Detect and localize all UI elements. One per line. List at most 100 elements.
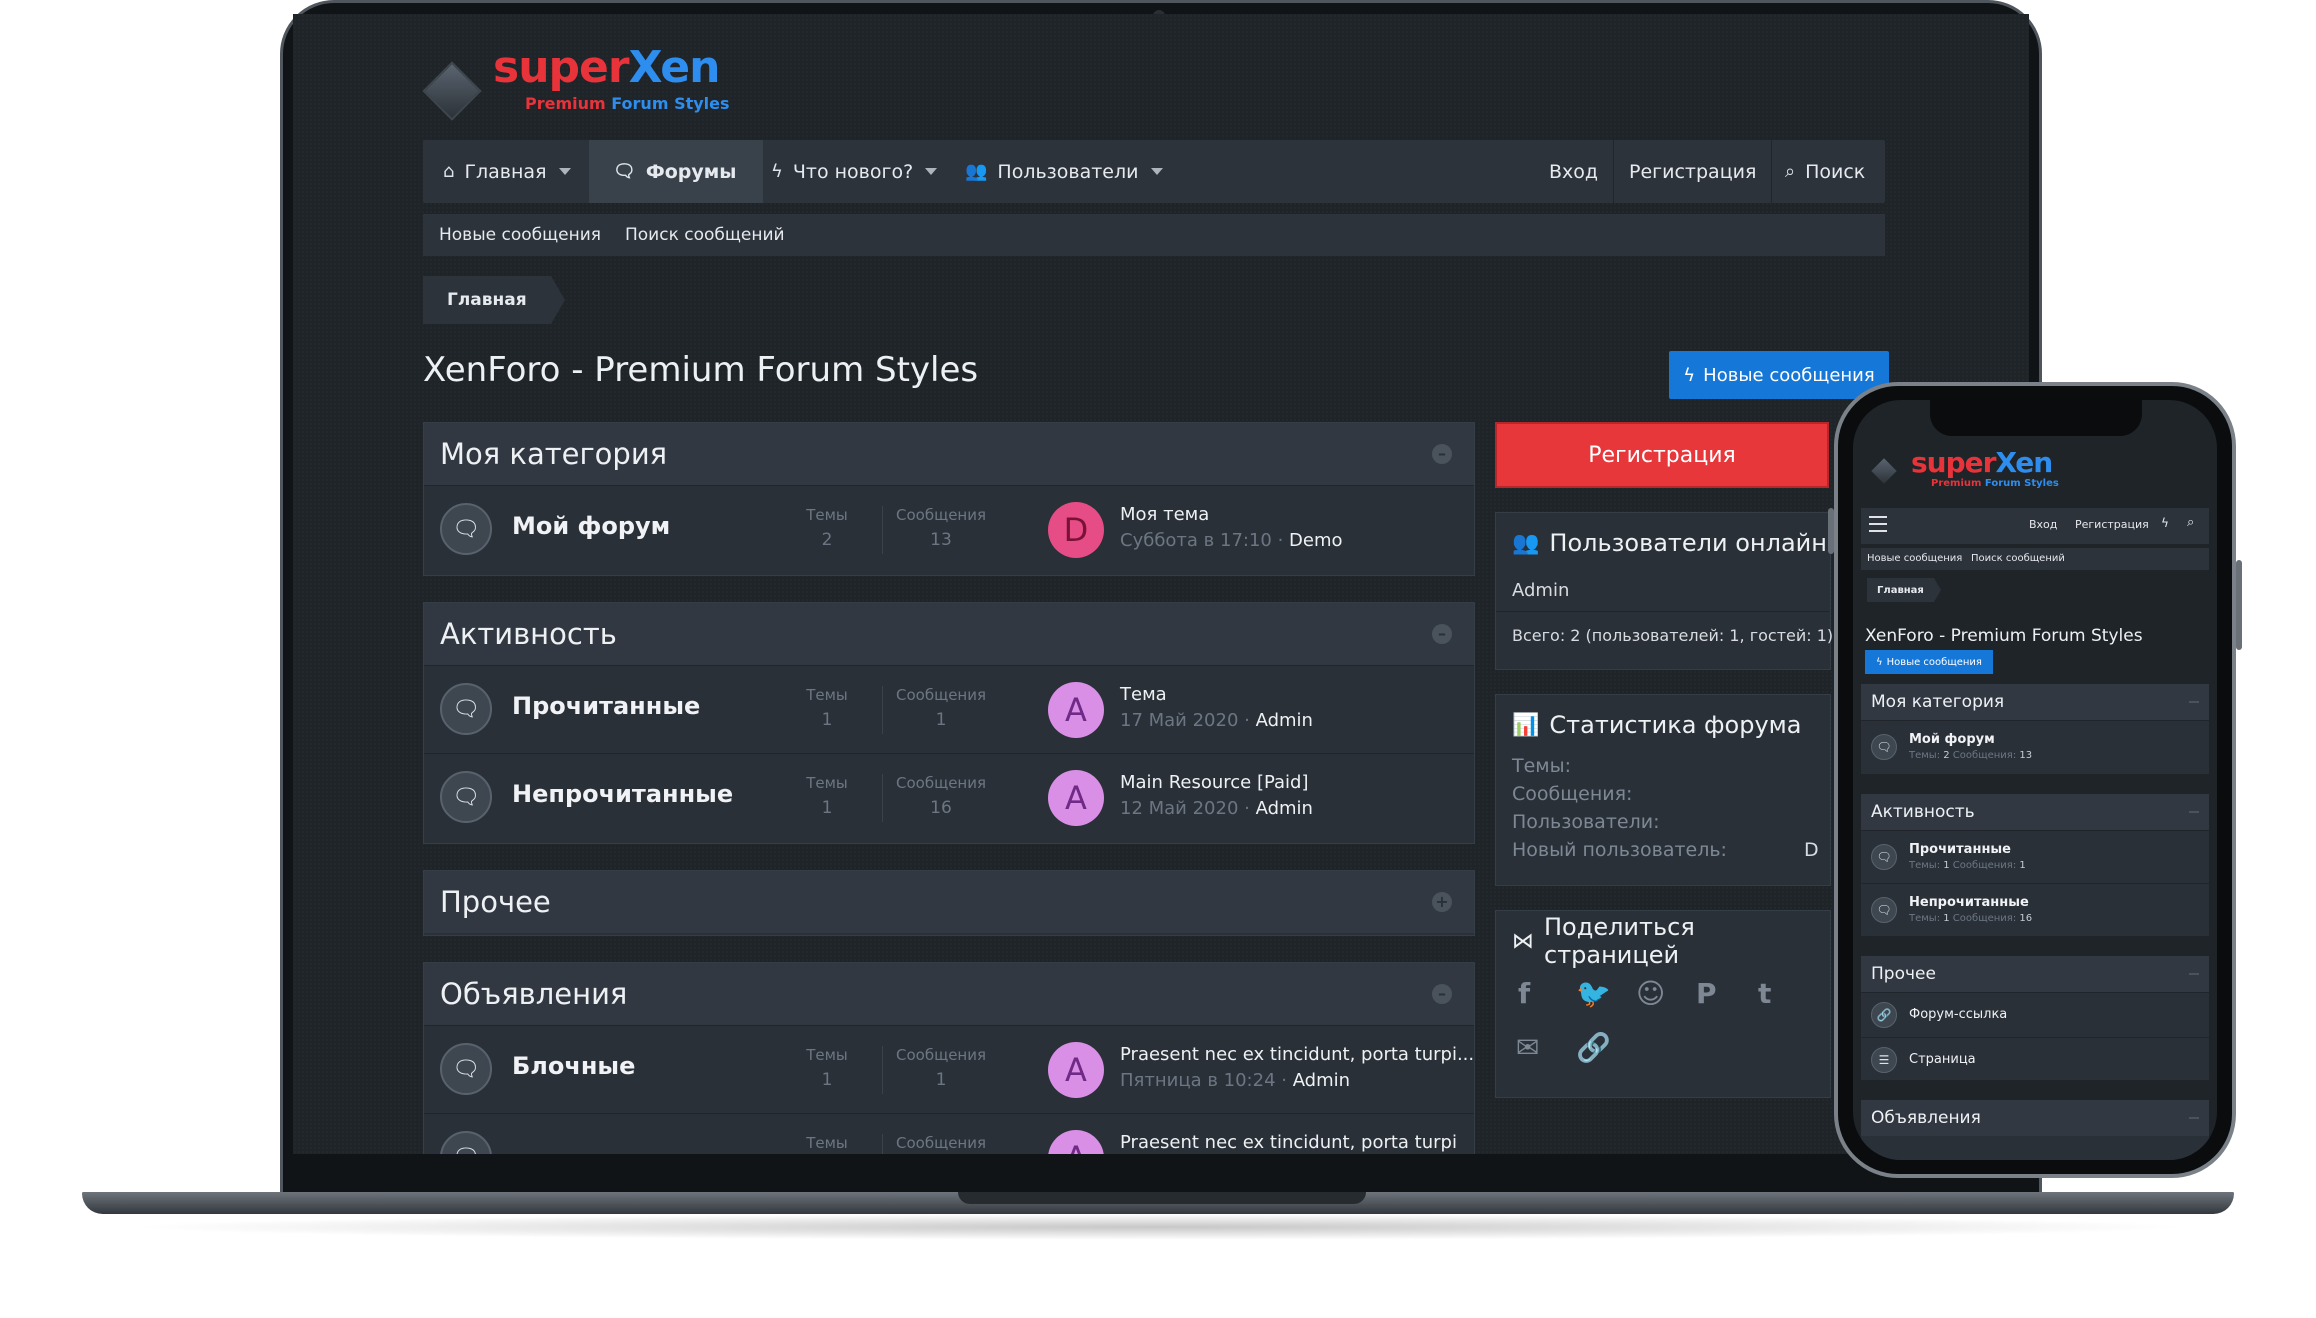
category-title[interactable]: Объявления (1871, 1108, 1981, 1128)
category-title[interactable]: Прочее (440, 885, 551, 919)
expand-icon[interactable]: + (1432, 892, 1452, 912)
collapse-icon[interactable]: – (1432, 624, 1452, 644)
messages-count: 16 (930, 798, 952, 818)
chevron-down-icon[interactable] (558, 168, 571, 175)
register-button[interactable]: Регистрация (1495, 422, 1829, 488)
category-title[interactable]: Активность (1871, 802, 1975, 822)
mobile-breadcrumb-home[interactable]: Главная (1867, 578, 1934, 602)
avatar[interactable]: A (1048, 1042, 1104, 1098)
mobile-page-title: XenForo - Premium Forum Styles (1865, 626, 2143, 646)
avatar[interactable]: A (1048, 1130, 1104, 1154)
subnav-new-posts[interactable]: Новые сообщения (439, 225, 601, 245)
collapse-icon[interactable] (2189, 701, 2199, 703)
category-title[interactable]: Активность (440, 617, 617, 651)
bolt-icon[interactable]: ϟ (2161, 516, 2169, 530)
last-post-user[interactable]: Admin (1256, 710, 1313, 731)
category-title[interactable]: Прочее (1871, 964, 1936, 984)
nav-search[interactable]: ⌕ Поиск (1785, 140, 1865, 203)
forum-row: 🗨 Прочитанные Темы 1 Сообщения 1 A Тема … (424, 665, 1474, 753)
online-users-title[interactable]: Пользователи онлайн (1549, 529, 1827, 557)
forum-meta: Темы: 2 Сообщения: 13 (1909, 750, 2032, 761)
category-header: Объявления – (424, 963, 1474, 1025)
collapse-icon[interactable] (2189, 973, 2199, 975)
last-post-title[interactable]: Praesent nec ex tincidunt, porta turpi..… (1120, 1044, 1474, 1065)
breadcrumb-home[interactable]: Главная (423, 276, 551, 324)
last-post-title[interactable]: Моя тема (1120, 504, 1209, 525)
category-title[interactable]: Моя категория (1871, 692, 2004, 712)
category-title[interactable]: Моя категория (440, 437, 667, 471)
nav-login[interactable]: Вход (1549, 140, 1598, 203)
mobile-forum-row: 🗨 Мой форум Темы: 2 Сообщения: 13 (1861, 720, 2209, 773)
link-icon[interactable]: 🔗 (1576, 1031, 1611, 1064)
new-posts-button-label: Новые сообщения (1703, 364, 1875, 386)
mobile-subnav-new[interactable]: Новые сообщения (1867, 553, 1962, 564)
collapse-icon[interactable]: – (1432, 984, 1452, 1004)
mobile-forum-row: 🗨 Прочитанные Темы: 1 Сообщения: 1 (1861, 830, 2209, 883)
mobile-category-header: Прочее (1861, 956, 2209, 992)
nav-register-label: Регистрация (1629, 160, 1757, 183)
bolt-icon: ϟ (1683, 364, 1696, 386)
avatar[interactable]: D (1048, 502, 1104, 558)
forum-stats-title[interactable]: Статистика форума (1549, 711, 1801, 739)
nav-members[interactable]: 👥 Пользователи (965, 140, 1185, 203)
page-name[interactable]: Страница (1909, 1052, 1976, 1067)
pinterest-icon[interactable]: P (1696, 977, 1717, 1010)
mobile-logo[interactable]: superXen (1911, 446, 2053, 479)
forum-row: 🗨 Темы Сообщения A Praesent nec ex tinci… (424, 1113, 1474, 1154)
forum-name[interactable]: Непрочитанные (1909, 895, 2029, 910)
category-header: Активность – (424, 603, 1474, 665)
twitter-icon[interactable]: 🐦 (1576, 977, 1611, 1010)
threads-label: Темы (806, 1134, 848, 1152)
mobile-new-posts-button[interactable]: ϟ Новые сообщения (1865, 650, 1993, 674)
forum-name[interactable]: Прочитанные (1909, 842, 2011, 857)
threads-count: 2 (821, 530, 833, 550)
subnav-find-posts[interactable]: Поиск сообщений (625, 225, 785, 245)
avatar[interactable]: A (1048, 770, 1104, 826)
site-logo[interactable]: superXen (493, 42, 720, 93)
chevron-down-icon[interactable] (1150, 168, 1163, 175)
search-icon[interactable]: ⌕ (2187, 515, 2194, 530)
stats-newest-value[interactable]: D (1804, 839, 1819, 861)
online-user[interactable]: Admin (1496, 573, 1830, 607)
mobile-subnav-find[interactable]: Поиск сообщений (1971, 553, 2065, 564)
last-post-user[interactable]: Admin (1256, 798, 1313, 819)
mobile-new-posts-label: Новые сообщения (1886, 656, 1982, 668)
last-post-title[interactable]: Praesent nec ex tincidunt, porta turpi (1120, 1132, 1457, 1153)
nav-home[interactable]: ⌂ Главная (423, 140, 615, 203)
forum-link-name[interactable]: Форум-ссылка (1909, 1007, 2007, 1022)
sub-navbar: Новые сообщения Поиск сообщений (423, 214, 1885, 256)
forum-name[interactable]: Мой форум (1909, 732, 1995, 747)
tumblr-icon[interactable]: t (1758, 977, 1771, 1010)
last-post-user[interactable]: Admin (1293, 1070, 1350, 1091)
category-title[interactable]: Объявления (440, 977, 627, 1011)
email-icon[interactable]: ✉ (1516, 1031, 1539, 1064)
forum-name[interactable]: Блочные (512, 1052, 635, 1080)
collapse-icon[interactable] (2189, 1117, 2199, 1119)
messages-label: Сообщения (895, 774, 986, 792)
breadcrumb-arrow (550, 276, 565, 324)
mobile-nav-login[interactable]: Вход (2029, 518, 2057, 531)
chevron-down-icon[interactable] (925, 168, 938, 175)
avatar[interactable]: A (1048, 682, 1104, 738)
facebook-icon[interactable]: f (1518, 977, 1530, 1010)
stats-newest: Новый пользователь: D (1496, 839, 1830, 867)
breadcrumb: Главная (423, 276, 565, 324)
last-post-user[interactable]: Demo (1289, 530, 1342, 551)
forum-name[interactable]: Непрочитанные (512, 780, 733, 808)
nav-whats-new[interactable]: ϟ Что нового? (771, 140, 957, 203)
mobile-nav-register[interactable]: Регистрация (2075, 518, 2149, 531)
messages-label: Сообщения (895, 686, 986, 704)
last-post-title[interactable]: Тема (1120, 684, 1167, 705)
collapse-icon[interactable] (2189, 811, 2199, 813)
new-posts-button[interactable]: ϟ Новые сообщения (1669, 351, 1889, 399)
forum-name[interactable]: Мой форум (512, 512, 670, 540)
reddit-icon[interactable]: ☺ (1636, 977, 1665, 1010)
hamburger-menu-icon[interactable] (1869, 516, 1887, 532)
forum-name[interactable]: Прочитанные (512, 692, 700, 720)
share-title[interactable]: Поделиться страницей (1544, 913, 1830, 969)
nav-register[interactable]: Регистрация (1629, 140, 1756, 203)
collapse-icon[interactable]: – (1432, 444, 1452, 464)
last-post-title[interactable]: Main Resource [Paid] (1120, 772, 1309, 793)
nav-forums[interactable]: 🗨 Форумы (589, 140, 763, 203)
chat-icon: 🗨 (613, 161, 636, 182)
